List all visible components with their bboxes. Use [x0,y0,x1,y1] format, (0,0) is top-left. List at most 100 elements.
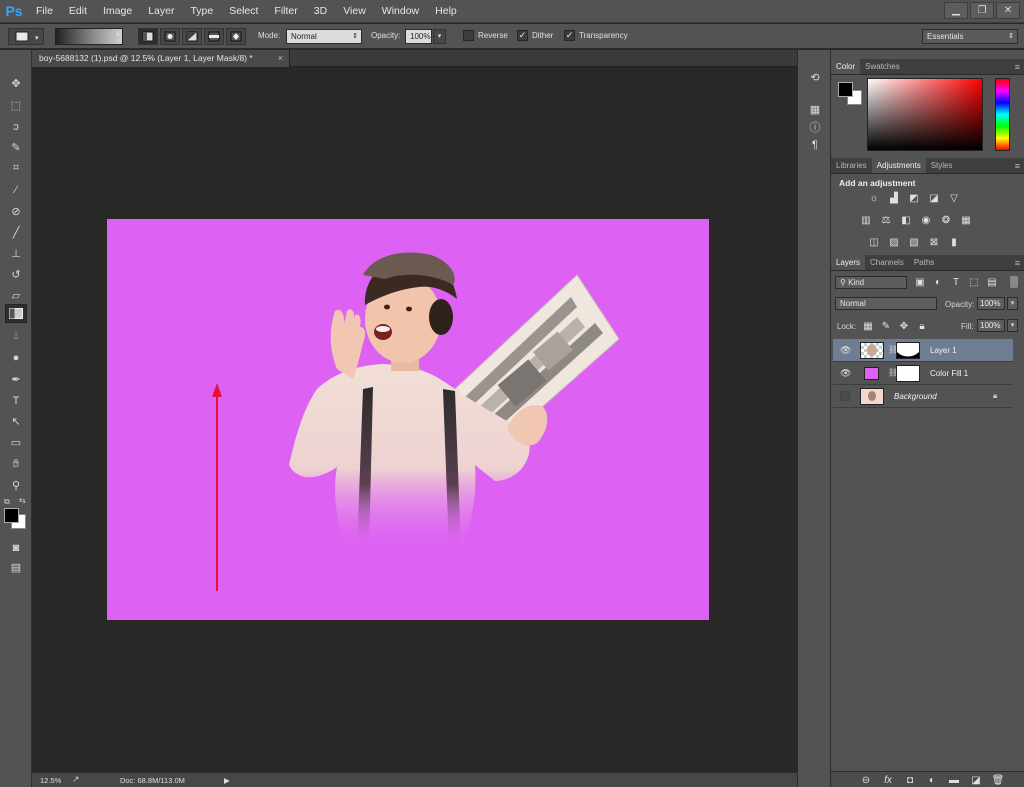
layer-row[interactable]: 👁︎ ⛓ Layer 1 [833,339,1013,362]
color-fill-swatch[interactable] [864,367,879,380]
history-brush-tool-icon[interactable]: ↺ [5,265,27,284]
brush-tool-icon[interactable]: ╱ [5,223,27,242]
blur-tool-icon[interactable]: 💧︎ [5,327,27,346]
black-white-icon[interactable]: ◧ [899,214,913,226]
zoom-level[interactable]: 12.5% [40,776,61,785]
export-icon[interactable]: ↗ [72,774,80,785]
eye-icon[interactable]: 👁︎ [840,368,851,378]
layer-row[interactable]: 👁︎ ⛓ Color Fill 1 [833,362,1013,385]
default-colors-icon[interactable]: ⧉ [4,497,10,507]
menu-help[interactable]: Help [427,0,465,23]
photo-filter-icon[interactable]: ◉ [919,214,933,226]
lasso-tool-icon[interactable]: ↄ [5,117,27,136]
transparency-checkbox[interactable]: ✓ [564,30,575,41]
new-adjustment-layer-icon[interactable]: ◐ [925,774,939,786]
invert-icon[interactable]: ◫ [867,236,881,248]
curves-icon[interactable]: ◩ [907,192,921,204]
layer-opacity-input[interactable]: 100% [977,297,1005,310]
add-mask-icon[interactable]: ◘ [903,774,917,786]
menu-layer[interactable]: Layer [140,0,182,23]
document-tab[interactable]: boy-5688132 (1).psd @ 12.5% (Layer 1, La… [32,50,290,67]
menu-window[interactable]: Window [374,0,427,23]
dither-checkbox[interactable]: ✓ [517,30,528,41]
crop-tool-icon[interactable]: ⌗ [5,159,27,178]
tab-styles[interactable]: Styles [926,158,958,173]
type-tool-icon[interactable]: T [5,391,27,410]
fill-dropdown[interactable]: ▾ [1007,319,1018,332]
color-field[interactable] [867,78,983,151]
quick-mask-icon[interactable]: ◙ [5,538,27,557]
channel-mixer-icon[interactable]: ❂ [939,214,953,226]
new-group-icon[interactable]: ▬ [947,774,961,786]
menu-edit[interactable]: Edit [61,0,95,23]
workspace-select[interactable]: Essentials ⇕ [922,29,1018,44]
tab-color[interactable]: Color [831,59,861,74]
radial-gradient-button[interactable] [160,28,180,45]
layer-row[interactable]: Background 🔒︎ [833,385,1013,408]
paragraph-icon[interactable]: ¶ [807,138,823,152]
layer-opacity-dropdown[interactable]: ▾ [1007,297,1018,310]
tool-preset-picker[interactable]: ▾ [8,28,44,45]
vibrance-icon[interactable]: ▽ [947,192,961,204]
healing-brush-tool-icon[interactable]: ⊘ [5,202,27,221]
rectangle-tool-icon[interactable]: ▭ [5,433,27,452]
info-icon[interactable]: ⓘ [807,120,823,134]
blend-mode-select[interactable]: Normal [835,297,937,310]
hue-slider[interactable] [995,78,1010,151]
pen-tool-icon[interactable]: ✒︎ [5,370,27,389]
hand-tool-icon[interactable]: ✋︎ [5,455,27,474]
move-tool-icon[interactable]: ✥ [5,74,27,93]
clone-stamp-tool-icon[interactable]: ⊥ [5,244,27,263]
status-menu-arrow-icon[interactable]: ▶ [224,776,230,785]
document-canvas[interactable] [107,219,709,620]
restore-icon[interactable]: ❐ [970,2,994,19]
menu-image[interactable]: Image [95,0,140,23]
layer-filter-select[interactable]: ⚲ Kind [835,276,907,289]
lock-image-icon[interactable]: ✎ [879,320,893,332]
levels-icon[interactable]: ▟ [887,192,901,204]
eyedropper-tool-icon[interactable]: ⁄ [5,180,27,199]
zoom-tool-icon[interactable]: ⚲ [5,476,27,495]
close-icon[interactable]: ✕ [996,2,1020,19]
layer-mask-thumbnail[interactable] [896,342,920,359]
minimize-icon[interactable]: ▁ [944,2,968,19]
tab-swatches[interactable]: Swatches [860,59,905,74]
menu-file[interactable]: File [28,0,61,23]
reverse-checkbox[interactable] [463,30,474,41]
diamond-gradient-button[interactable] [226,28,246,45]
eye-icon[interactable]: 👁︎ [840,345,851,355]
visibility-toggle-off[interactable] [840,391,850,401]
reflected-gradient-button[interactable] [204,28,224,45]
tab-adjustments[interactable]: Adjustments [871,158,926,173]
tab-libraries[interactable]: Libraries [831,158,872,173]
gradient-picker[interactable]: ▾ [55,28,123,45]
gradient-tool-icon[interactable] [5,304,27,323]
filter-type-icon[interactable]: T [949,276,963,288]
panel-menu-icon[interactable]: ≡ [1015,255,1020,271]
panel-menu-icon[interactable]: ≡ [1015,59,1020,75]
foreground-color-swatch[interactable] [4,508,19,523]
threshold-icon[interactable]: ▧ [907,236,921,248]
menu-select[interactable]: Select [221,0,266,23]
opacity-input[interactable]: 100% [405,29,432,44]
opacity-dropdown-button[interactable]: ▾ [433,29,446,44]
dodge-tool-icon[interactable]: ● [5,348,27,367]
layer-mask-thumbnail[interactable] [896,365,920,382]
brightness-contrast-icon[interactable]: ☼ [867,192,881,204]
filter-pixel-icon[interactable]: ▣ [913,276,927,288]
posterize-icon[interactable]: ▨ [887,236,901,248]
menu-3d[interactable]: 3D [306,0,335,23]
menu-view[interactable]: View [335,0,374,23]
filter-adjustment-icon[interactable]: ◐ [931,276,945,288]
angle-gradient-button[interactable] [182,28,202,45]
menu-type[interactable]: Type [182,0,221,23]
eraser-tool-icon[interactable]: ▱ [5,286,27,305]
path-selection-tool-icon[interactable]: ↖ [5,412,27,431]
layer-style-icon[interactable]: fx [881,774,895,786]
filter-smart-object-icon[interactable]: ▤ [985,276,999,288]
properties-icon[interactable]: ▦ [807,102,823,116]
history-icon[interactable]: ⟲ [807,70,823,84]
mode-select[interactable]: Normal ⇕ [286,29,362,44]
close-icon[interactable]: × [278,50,283,67]
linear-gradient-button[interactable] [138,28,158,45]
